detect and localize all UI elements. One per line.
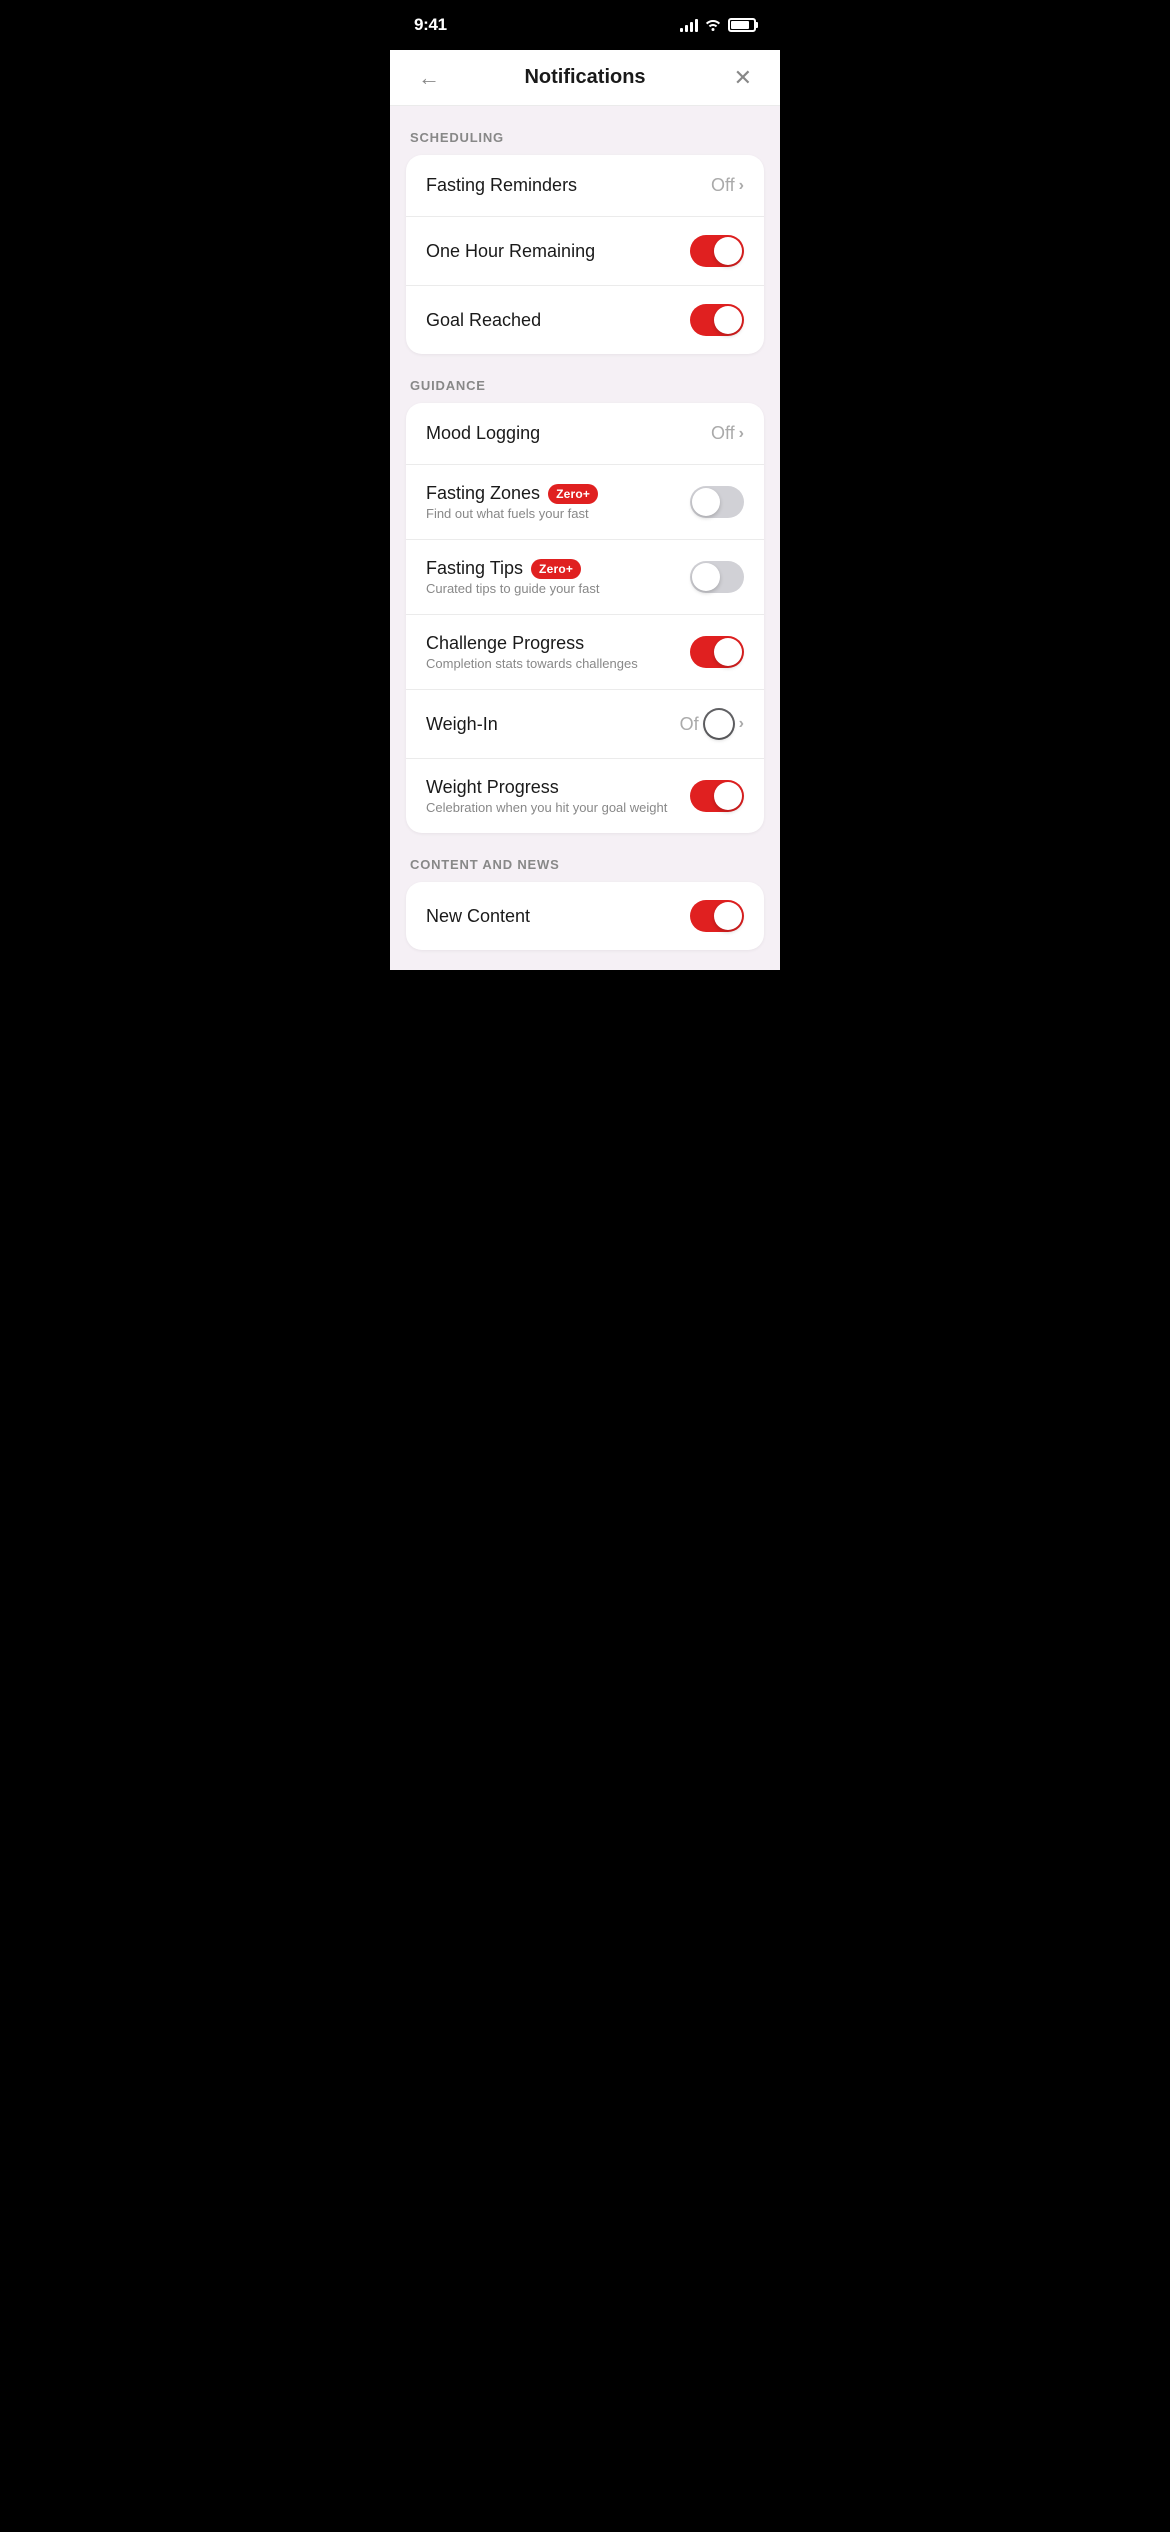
toggle-challenge-progress[interactable] — [690, 636, 744, 668]
content-news-card: New Content — [406, 882, 764, 950]
close-button[interactable]: ✕ — [726, 61, 760, 95]
section-label-content-and-news: CONTENT AND NEWS — [390, 833, 780, 882]
content-area: SCHEDULING Fasting Reminders Off › One H… — [390, 106, 780, 970]
status-time: 9:41 — [414, 15, 447, 35]
toggle-one-hour-remaining[interactable] — [690, 235, 744, 267]
status-bar: 9:41 — [390, 0, 780, 50]
list-item: Weight Progress Celebration when you hit… — [406, 759, 764, 833]
list-item: Mood Logging Off › — [406, 403, 764, 465]
list-item: Fasting Reminders Off › — [406, 155, 764, 217]
signal-icon — [680, 18, 698, 32]
zero-plus-badge-fasting-tips: Zero+ — [531, 559, 581, 579]
list-item: One Hour Remaining — [406, 217, 764, 286]
off-label-mood-logging: Off — [711, 423, 735, 444]
phone-frame: 9:41 ← Notifications ✕ — [390, 0, 780, 970]
list-item: Challenge Progress Completion stats towa… — [406, 615, 764, 690]
off-label-weigh-in: Of — [680, 714, 699, 735]
row-title-mood-logging: Mood Logging — [426, 423, 540, 443]
row-title-fasting-tips: Fasting Tips — [426, 558, 523, 579]
toggle-goal-reached[interactable] — [690, 304, 744, 336]
off-label-fasting-reminders: Off — [711, 175, 735, 196]
toggle-fasting-zones[interactable] — [690, 486, 744, 518]
section-label-scheduling: SCHEDULING — [390, 106, 780, 155]
toggle-weight-progress[interactable] — [690, 780, 744, 812]
chevron-icon: › — [739, 425, 744, 443]
row-subtitle-challenge-progress: Completion stats towards challenges — [426, 656, 690, 671]
row-title-new-content: New Content — [426, 906, 530, 926]
zero-plus-badge-fasting-zones: Zero+ — [548, 484, 598, 504]
status-icons — [680, 17, 756, 34]
row-subtitle-fasting-zones: Find out what fuels your fast — [426, 506, 690, 521]
nav-bar: ← Notifications ✕ — [390, 50, 780, 106]
row-title-challenge-progress: Challenge Progress — [426, 633, 584, 653]
guidance-card: Mood Logging Off › Fasting Zones Zero+ F… — [406, 403, 764, 833]
row-subtitle-fasting-tips: Curated tips to guide your fast — [426, 581, 690, 596]
list-item: Fasting Tips Zero+ Curated tips to guide… — [406, 540, 764, 615]
chevron-icon: › — [739, 715, 744, 733]
page-title: Notifications — [524, 66, 645, 89]
row-title-fasting-reminders: Fasting Reminders — [426, 175, 577, 195]
scheduling-card: Fasting Reminders Off › One Hour Remaini… — [406, 155, 764, 354]
toggle-fasting-tips[interactable] — [690, 561, 744, 593]
list-item: Weigh-In Of › — [406, 690, 764, 759]
chevron-icon: › — [739, 177, 744, 195]
back-button[interactable]: ← — [410, 61, 448, 95]
toggle-new-content[interactable] — [690, 900, 744, 932]
row-title-goal-reached: Goal Reached — [426, 310, 541, 330]
toggle-weigh-in[interactable] — [703, 708, 735, 740]
row-title-fasting-zones: Fasting Zones — [426, 483, 540, 504]
list-item: Goal Reached — [406, 286, 764, 354]
wifi-icon — [704, 17, 722, 34]
row-title-one-hour-remaining: One Hour Remaining — [426, 241, 595, 261]
row-title-weight-progress: Weight Progress — [426, 777, 559, 797]
row-title-weigh-in: Weigh-In — [426, 714, 498, 734]
battery-icon — [728, 18, 756, 32]
section-label-guidance: GUIDANCE — [390, 354, 780, 403]
list-item: New Content — [406, 882, 764, 950]
list-item: Fasting Zones Zero+ Find out what fuels … — [406, 465, 764, 540]
row-subtitle-weight-progress: Celebration when you hit your goal weigh… — [426, 800, 690, 815]
